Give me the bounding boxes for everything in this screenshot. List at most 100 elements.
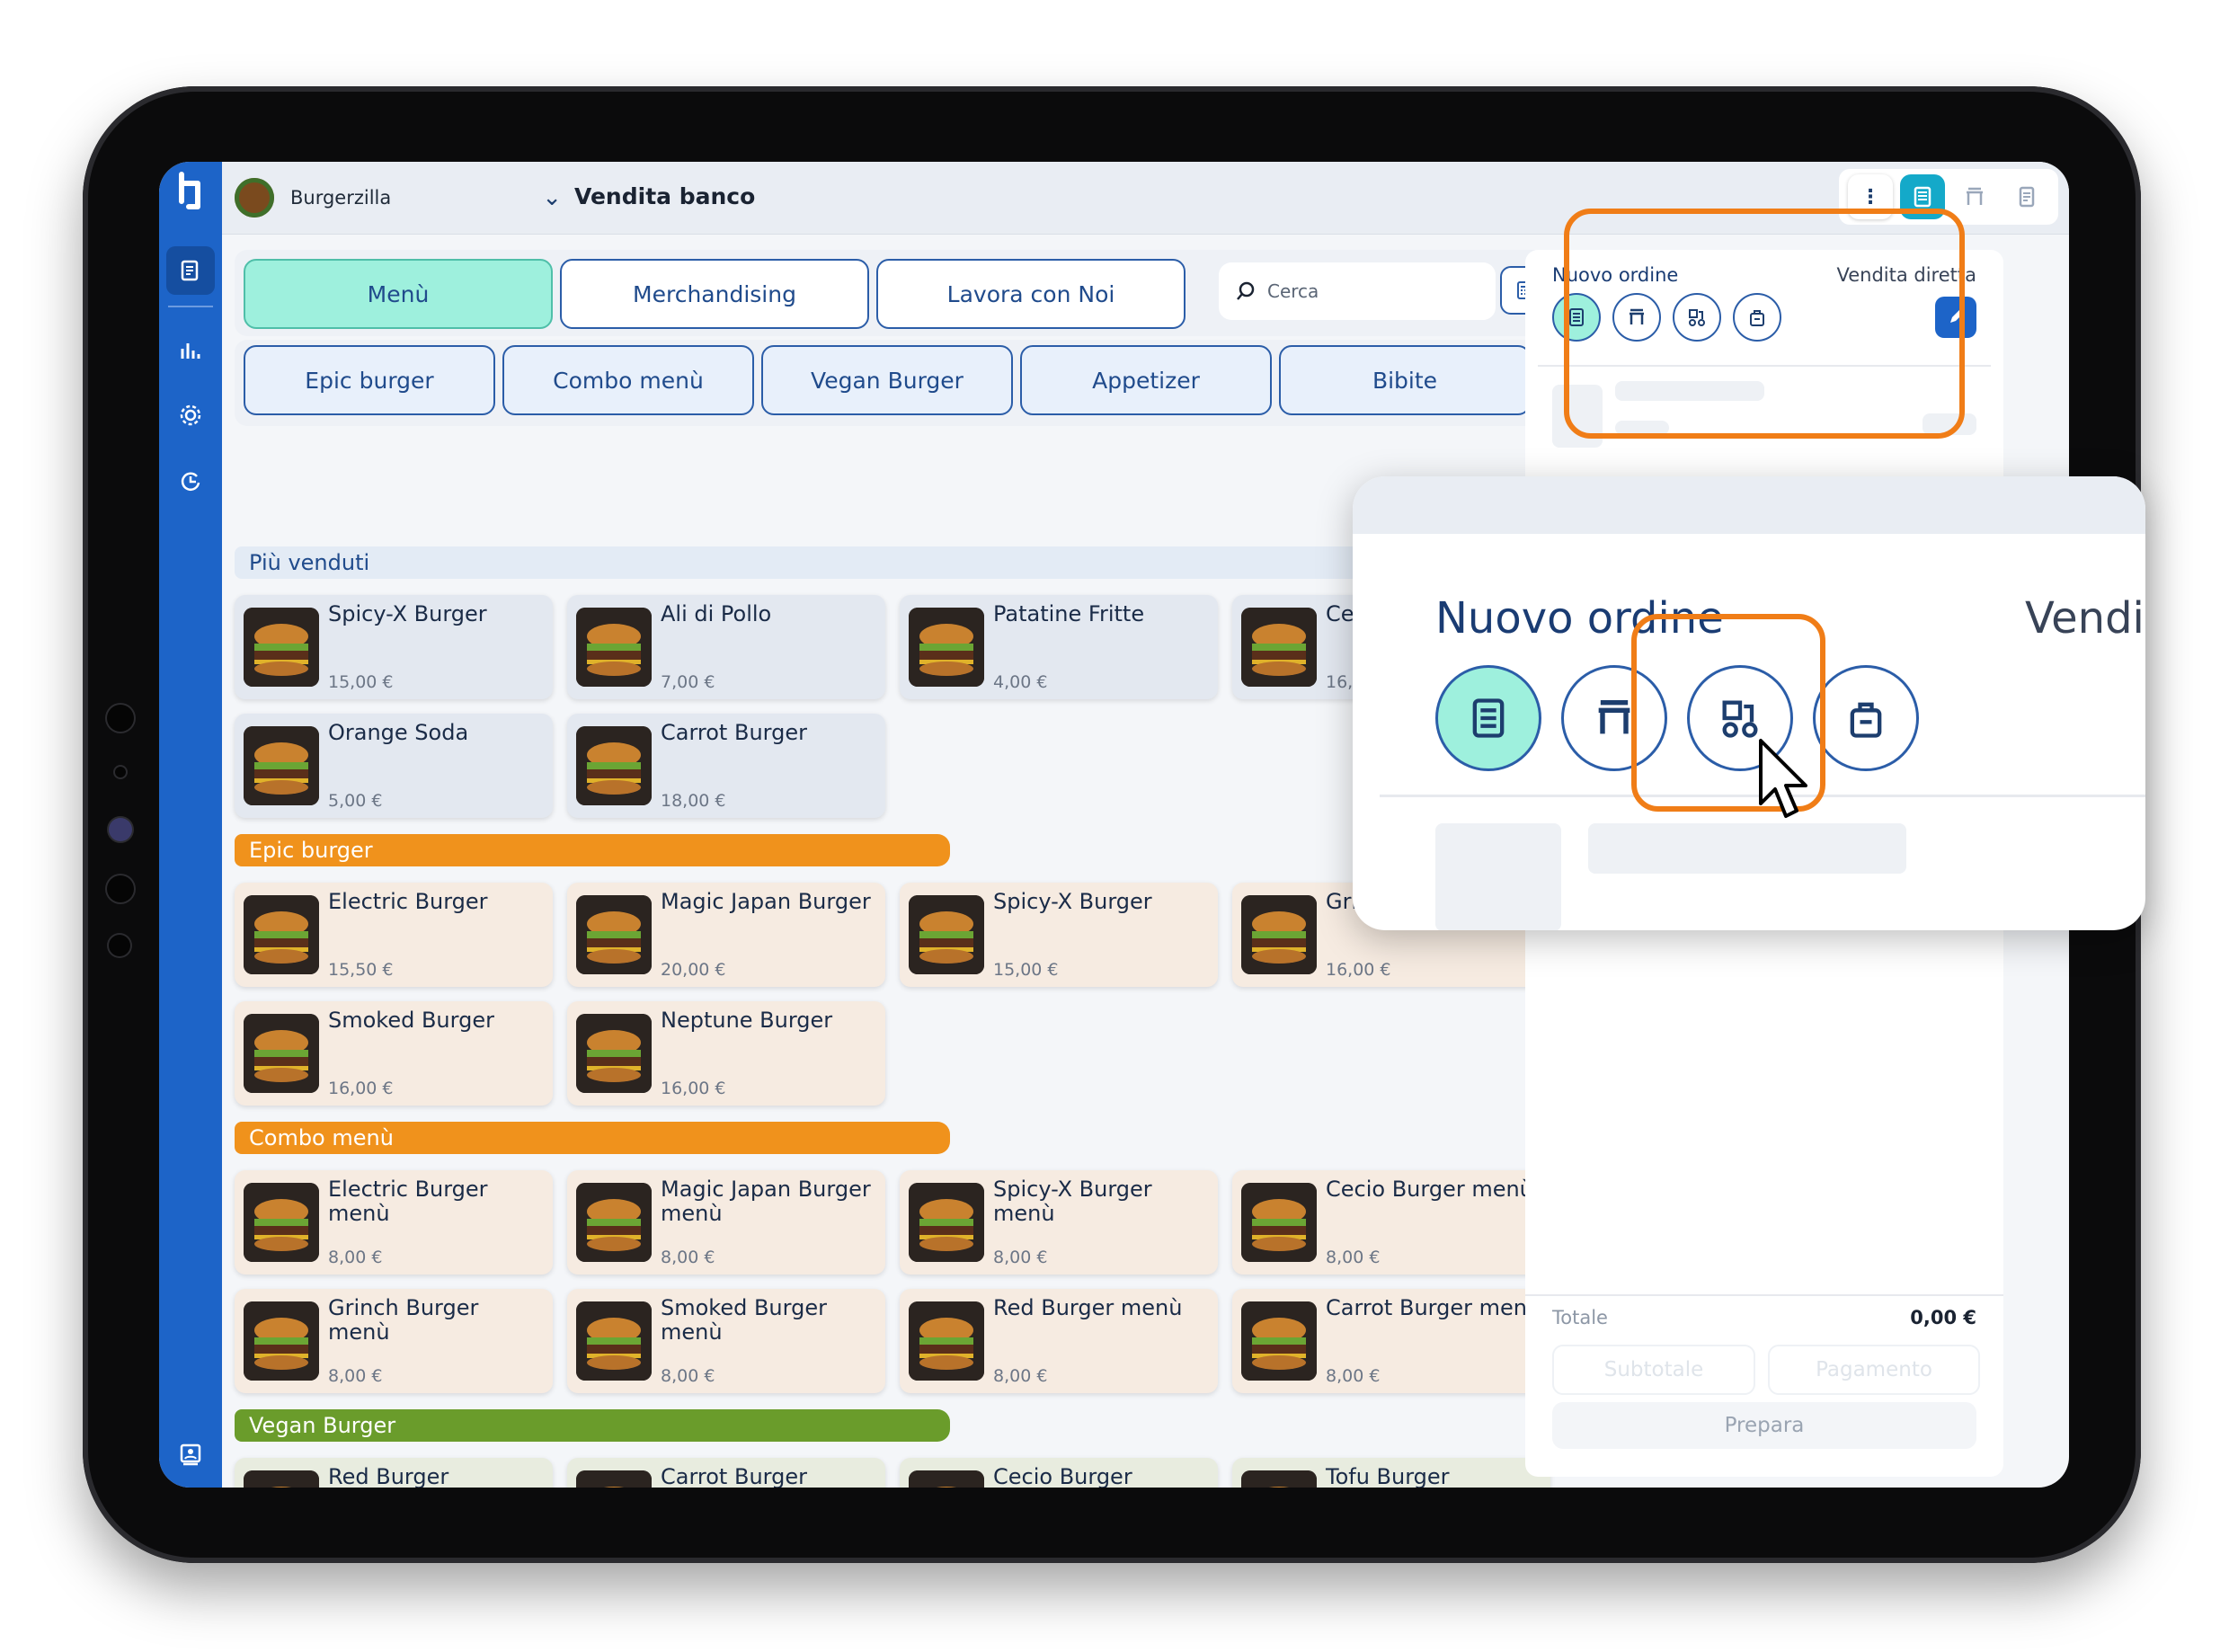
- product-card[interactable]: Smoked Burger menù 8,00 €: [567, 1289, 885, 1393]
- product-card[interactable]: Magic Japan Burger 20,00 €: [567, 883, 885, 987]
- tab-vegan-burger[interactable]: Vegan Burger: [761, 345, 1013, 415]
- counter-pos-icon[interactable]: [1435, 665, 1541, 771]
- product-price: 20,00 €: [661, 960, 726, 980]
- app-logo-icon[interactable]: [170, 171, 211, 212]
- product-card[interactable]: Neptune Burger 16,00 €: [567, 1001, 885, 1106]
- product-card[interactable]: Smoked Burger 16,00 €: [235, 1001, 553, 1106]
- product-card[interactable]: Grinch Burger menù 8,00 €: [235, 1289, 553, 1393]
- product-image: [244, 1470, 319, 1488]
- gear-icon[interactable]: [166, 391, 215, 440]
- product-card[interactable]: Red Burger16,00 €: [235, 1458, 553, 1488]
- product-name: Carrot Burger: [661, 1464, 807, 1488]
- product-image: [1241, 1301, 1317, 1381]
- product-card[interactable]: Spicy-X Burger menù 8,00 €: [900, 1170, 1218, 1275]
- section-header: Combo menù: [235, 1122, 950, 1154]
- product-image: [244, 1301, 319, 1381]
- shop-name: Burgerzilla: [290, 187, 392, 209]
- product-name: Tofu Burger: [1326, 1464, 1450, 1488]
- product-image: [909, 1183, 984, 1262]
- category-tab-bar: Epic burger Combo menù Vegan Burger Appe…: [235, 340, 1565, 426]
- product-price: 7,00 €: [661, 672, 715, 692]
- subtotal-button[interactable]: Subtotale: [1552, 1345, 1755, 1395]
- product-name: Grinch Burger menù: [328, 1295, 479, 1345]
- product-image: [576, 1183, 652, 1262]
- product-name: Neptune Burger: [661, 1008, 833, 1033]
- product-price: 8,00 €: [1326, 1366, 1381, 1386]
- product-name: Spicy-X Burger: [993, 889, 1152, 914]
- product-price: 8,00 €: [328, 1366, 383, 1386]
- search-icon: [1237, 281, 1255, 300]
- prepare-button[interactable]: Prepara: [1552, 1402, 1976, 1449]
- total-divider: [1525, 1294, 2003, 1296]
- product-card[interactable]: Carrot Burger menù 8,00 €: [1232, 1289, 1550, 1393]
- product-name: Carrot Burger: [661, 720, 807, 745]
- product-name: Smoked Burger: [328, 1008, 494, 1033]
- takeaway-bag-icon[interactable]: [1813, 665, 1919, 771]
- product-name: Electric Burger: [328, 889, 488, 914]
- product-image: [244, 895, 319, 974]
- product-price: 8,00 €: [661, 1366, 715, 1386]
- product-card[interactable]: Ali di Pollo 7,00 €: [567, 595, 885, 699]
- product-card[interactable]: Spicy-X Burger 15,00 €: [235, 595, 553, 699]
- tab-combo-menu[interactable]: Combo menù: [502, 345, 754, 415]
- product-image: [1241, 1183, 1317, 1262]
- product-name: Electric Burger menù: [328, 1177, 488, 1226]
- product-card[interactable]: Cecio Burger menù 8,00 €: [1232, 1170, 1550, 1275]
- product-card[interactable]: Tofu Burger18,00 €: [1232, 1458, 1550, 1488]
- sensor-icon: [107, 875, 134, 902]
- loading-placeholder: [1435, 823, 1561, 930]
- table-icon[interactable]: [1952, 174, 1997, 219]
- bar-chart-icon[interactable]: [166, 325, 215, 374]
- product-name: Red Burger: [328, 1464, 449, 1488]
- product-card[interactable]: Orange Soda 5,00 €: [235, 714, 553, 818]
- product-price: 8,00 €: [993, 1366, 1048, 1386]
- product-price: 16,00 €: [328, 1079, 394, 1098]
- product-image: [909, 1470, 984, 1488]
- product-name: Red Burger menù: [993, 1295, 1183, 1320]
- tab-bibite[interactable]: Bibite: [1279, 345, 1531, 415]
- tab-appetizer[interactable]: Appetizer: [1020, 345, 1272, 415]
- product-card[interactable]: Carrot Burger18,00 €: [567, 714, 885, 818]
- section-header: Vegan Burger: [235, 1409, 950, 1442]
- mouse-cursor-icon: [1759, 739, 1807, 818]
- search-input[interactable]: Cerca: [1219, 262, 1496, 320]
- product-image: [576, 1014, 652, 1093]
- product-price: 16,00 €: [1326, 960, 1391, 980]
- tab-epic-burger[interactable]: Epic burger: [244, 345, 495, 415]
- product-image: [1241, 1470, 1317, 1488]
- product-image: [909, 608, 984, 687]
- receipt-icon[interactable]: [166, 246, 215, 295]
- product-card[interactable]: Patatine Fritte 4,00 €: [900, 595, 1218, 699]
- product-card[interactable]: Cecio Burger16,00 €: [900, 1458, 1218, 1488]
- document-icon[interactable]: [2004, 174, 2049, 219]
- product-name: Magic Japan Burger menù: [661, 1177, 871, 1226]
- product-card[interactable]: Electric Burger menù 8,00 €: [235, 1170, 553, 1275]
- product-price: 8,00 €: [328, 1248, 383, 1267]
- product-card[interactable]: Spicy-X Burger 15,00 €: [900, 883, 1218, 987]
- tab-lavora-con-noi[interactable]: Lavora con Noi: [876, 259, 1186, 329]
- product-card[interactable]: Carrot Burger18,00 €: [567, 1458, 885, 1488]
- product-name: Magic Japan Burger: [661, 889, 871, 914]
- product-image: [576, 895, 652, 974]
- shop-selector[interactable]: Burgerzilla ⌄: [235, 174, 567, 221]
- product-name: Smoked Burger menù: [661, 1295, 827, 1345]
- payment-button[interactable]: Pagamento: [1768, 1345, 1980, 1395]
- product-name: Cecio Burger: [993, 1464, 1132, 1488]
- tab-menu[interactable]: Menù: [244, 259, 553, 329]
- tab-merchandising[interactable]: Merchandising: [560, 259, 869, 329]
- shop-logo-icon: [235, 178, 274, 218]
- search-placeholder: Cerca: [1267, 280, 1319, 302]
- camera-lens-icon: [109, 818, 132, 841]
- product-image: [1241, 895, 1317, 974]
- product-card[interactable]: Red Burger menù 8,00 €: [900, 1289, 1218, 1393]
- sensor-dot: [115, 767, 126, 777]
- product-card[interactable]: Electric Burger 15,50 €: [235, 883, 553, 987]
- chevron-down-icon[interactable]: ⌄: [542, 184, 562, 211]
- product-image: [244, 1183, 319, 1262]
- total-label: Totale: [1552, 1307, 1608, 1328]
- sensor-icon: [109, 935, 130, 956]
- product-card[interactable]: Magic Japan Burger menù 8,00 €: [567, 1170, 885, 1275]
- product-image: [576, 608, 652, 687]
- user-badge-icon[interactable]: [166, 1430, 215, 1479]
- history-icon[interactable]: [166, 457, 215, 505]
